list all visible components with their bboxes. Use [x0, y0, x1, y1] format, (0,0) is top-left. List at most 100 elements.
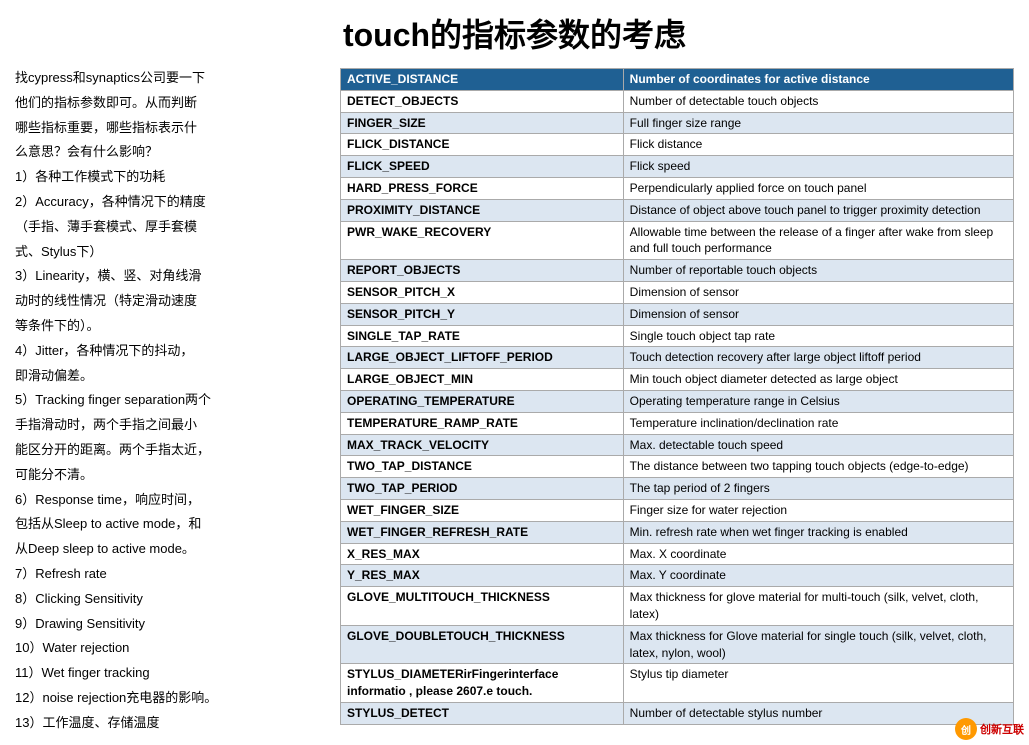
page-title: touch的指标参数的考虑 — [15, 10, 1014, 56]
row-param-name: TWO_TAP_PERIOD — [341, 478, 624, 500]
logo-area: 创 创新互联 — [955, 718, 1024, 740]
left-panel-line: 3）Linearity，横、竖、对角线滑 — [15, 266, 325, 287]
left-panel-line: 1）各种工作模式下的功耗 — [15, 167, 325, 188]
row-param-desc: Touch detection recovery after large obj… — [623, 347, 1013, 369]
page-container: touch的指标参数的考虑 找cypress和synaptics公司要一下他们的… — [0, 0, 1029, 745]
row-param-desc: The tap period of 2 fingers — [623, 478, 1013, 500]
table-row: MAX_TRACK_VELOCITYMax. detectable touch … — [341, 434, 1014, 456]
left-panel-line: 他们的指标参数即可。从而判断 — [15, 93, 325, 114]
left-panel-line: 9）Drawing Sensitivity — [15, 614, 325, 635]
row-param-desc: Stylus tip diameter — [623, 664, 1013, 703]
table-row: GLOVE_MULTITOUCH_THICKNESSMax thickness … — [341, 587, 1014, 626]
table-row: SINGLE_TAP_RATESingle touch object tap r… — [341, 325, 1014, 347]
row-param-name: GLOVE_MULTITOUCH_THICKNESS — [341, 587, 624, 626]
row-param-desc: Allowable time between the release of a … — [623, 221, 1013, 260]
row-param-name: Y_RES_MAX — [341, 565, 624, 587]
row-param-name: REPORT_OBJECTS — [341, 260, 624, 282]
row-param-name: LARGE_OBJECT_MIN — [341, 369, 624, 391]
row-param-desc: Max thickness for Glove material for sin… — [623, 625, 1013, 664]
row-param-desc: Flick distance — [623, 134, 1013, 156]
row-param-name: WET_FINGER_REFRESH_RATE — [341, 521, 624, 543]
row-param-desc: Dimension of sensor — [623, 281, 1013, 303]
row-param-name: STYLUS_DETECT — [341, 702, 624, 724]
table-row: REPORT_OBJECTSNumber of reportable touch… — [341, 260, 1014, 282]
table-row: TWO_TAP_PERIODThe tap period of 2 finger… — [341, 478, 1014, 500]
row-param-name: DETECT_OBJECTS — [341, 90, 624, 112]
table-row: STYLUS_DETECTNumber of detectable stylus… — [341, 702, 1014, 724]
table-row: PWR_WAKE_RECOVERYAllowable time between … — [341, 221, 1014, 260]
left-panel-line: 13）工作温度、存储温度 — [15, 713, 325, 734]
table-header-row: ACTIVE_DISTANCENumber of coordinates for… — [341, 69, 1014, 91]
table-row: GLOVE_DOUBLETOUCH_THICKNESSMax thickness… — [341, 625, 1014, 664]
row-param-desc: Max. Y coordinate — [623, 565, 1013, 587]
table-row: OPERATING_TEMPERATUREOperating temperatu… — [341, 390, 1014, 412]
row-param-name: MAX_TRACK_VELOCITY — [341, 434, 624, 456]
left-panel-line: 等条件下的）。 — [15, 316, 325, 337]
table-row: Y_RES_MAXMax. Y coordinate — [341, 565, 1014, 587]
left-panel-line: 5）Tracking finger separation两个 — [15, 390, 325, 411]
logo-icon: 创 — [955, 718, 977, 740]
content-area: 找cypress和synaptics公司要一下他们的指标参数即可。从而判断哪些指… — [15, 68, 1014, 728]
left-panel-line: 可能分不清。 — [15, 465, 325, 486]
row-param-name: FLICK_SPEED — [341, 156, 624, 178]
table-row: DETECT_OBJECTSNumber of detectable touch… — [341, 90, 1014, 112]
table-row: LARGE_OBJECT_LIFTOFF_PERIODTouch detecti… — [341, 347, 1014, 369]
title-chinese: 的指标参数的考虑 — [430, 17, 686, 53]
table-row: STYLUS_DIAMETERirFingerinterface informa… — [341, 664, 1014, 703]
row-param-desc: Number of reportable touch objects — [623, 260, 1013, 282]
row-param-name: GLOVE_DOUBLETOUCH_THICKNESS — [341, 625, 624, 664]
left-panel-line: 6）Response time，响应时间， — [15, 490, 325, 511]
row-param-name: TWO_TAP_DISTANCE — [341, 456, 624, 478]
row-param-desc: Single touch object tap rate — [623, 325, 1013, 347]
title-latin: touch — [343, 17, 430, 53]
left-panel: 找cypress和synaptics公司要一下他们的指标参数即可。从而判断哪些指… — [15, 68, 325, 728]
table-row: FINGER_SIZEFull finger size range — [341, 112, 1014, 134]
row-param-desc: Dimension of sensor — [623, 303, 1013, 325]
row-param-name: SINGLE_TAP_RATE — [341, 325, 624, 347]
left-panel-line: 动时的线性情况（特定滑动速度 — [15, 291, 325, 312]
left-panel-line: 10）Water rejection — [15, 638, 325, 659]
row-param-desc: Max. detectable touch speed — [623, 434, 1013, 456]
table-row: SENSOR_PITCH_YDimension of sensor — [341, 303, 1014, 325]
row-param-desc: The distance between two tapping touch o… — [623, 456, 1013, 478]
row-param-desc: Max thickness for glove material for mul… — [623, 587, 1013, 626]
row-param-desc: Min touch object diameter detected as la… — [623, 369, 1013, 391]
table-row: TWO_TAP_DISTANCEThe distance between two… — [341, 456, 1014, 478]
row-param-desc: Min. refresh rate when wet finger tracki… — [623, 521, 1013, 543]
left-panel-line: 12）noise rejection充电器的影响。 — [15, 688, 325, 709]
row-param-name: PWR_WAKE_RECOVERY — [341, 221, 624, 260]
table-row: FLICK_SPEEDFlick speed — [341, 156, 1014, 178]
logo-text: 创新互联 — [980, 721, 1024, 737]
row-param-name: LARGE_OBJECT_LIFTOFF_PERIOD — [341, 347, 624, 369]
row-param-desc: Number of detectable touch objects — [623, 90, 1013, 112]
table-row: FLICK_DISTANCEFlick distance — [341, 134, 1014, 156]
right-panel: ACTIVE_DISTANCENumber of coordinates for… — [340, 68, 1014, 728]
row-param-desc: Flick speed — [623, 156, 1013, 178]
row-param-name: HARD_PRESS_FORCE — [341, 177, 624, 199]
header-col2: Number of coordinates for active distanc… — [623, 69, 1013, 91]
row-param-name: SENSOR_PITCH_X — [341, 281, 624, 303]
row-param-name: TEMPERATURE_RAMP_RATE — [341, 412, 624, 434]
row-param-name: STYLUS_DIAMETERirFingerinterface informa… — [341, 664, 624, 703]
row-param-desc: Perpendicularly applied force on touch p… — [623, 177, 1013, 199]
row-param-name: WET_FINGER_SIZE — [341, 499, 624, 521]
row-param-name: X_RES_MAX — [341, 543, 624, 565]
parameters-table: ACTIVE_DISTANCENumber of coordinates for… — [340, 68, 1014, 725]
row-param-name: FINGER_SIZE — [341, 112, 624, 134]
row-param-desc: Full finger size range — [623, 112, 1013, 134]
left-panel-line: 2）Accuracy，各种情况下的精度 — [15, 192, 325, 213]
left-panel-line: 能区分开的距离。两个手指太近， — [15, 440, 325, 461]
row-param-desc: Operating temperature range in Celsius — [623, 390, 1013, 412]
row-param-desc: Max. X coordinate — [623, 543, 1013, 565]
row-param-desc: Distance of object above touch panel to … — [623, 199, 1013, 221]
left-panel-line: 式、Stylus下） — [15, 242, 325, 263]
row-param-name: PROXIMITY_DISTANCE — [341, 199, 624, 221]
table-row: SENSOR_PITCH_XDimension of sensor — [341, 281, 1014, 303]
table-row: TEMPERATURE_RAMP_RATETemperature inclina… — [341, 412, 1014, 434]
left-panel-line: 8）Clicking Sensitivity — [15, 589, 325, 610]
table-row: WET_FINGER_SIZEFinger size for water rej… — [341, 499, 1014, 521]
left-panel-line: 从Deep sleep to active mode。 — [15, 539, 325, 560]
left-panel-line: 手指滑动时，两个手指之间最小 — [15, 415, 325, 436]
row-param-name: SENSOR_PITCH_Y — [341, 303, 624, 325]
table-row: HARD_PRESS_FORCEPerpendicularly applied … — [341, 177, 1014, 199]
